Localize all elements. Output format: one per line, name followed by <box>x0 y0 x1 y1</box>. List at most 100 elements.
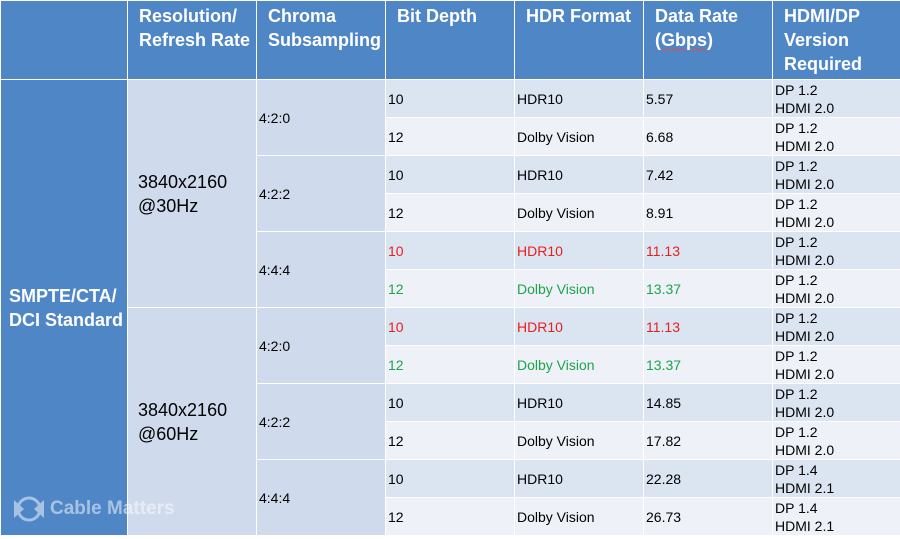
hdmi-version: HDMI 2.0 <box>775 214 835 230</box>
data-rate-cell: 11.13 <box>643 307 773 346</box>
data-rate-cell: 17.82 <box>643 421 773 460</box>
data-rate-cell: 14.85 <box>643 383 773 422</box>
dp-version: DP 1.2 <box>775 310 818 326</box>
bit-depth-cell: 10 <box>385 231 515 270</box>
hdr-format-cell: HDR10 <box>514 383 644 422</box>
data-rate-cell: 5.57 <box>643 79 773 118</box>
header-data-rate: Data Rate (Gbps) <box>643 0 773 80</box>
dp-version: DP 1.2 <box>775 234 818 250</box>
header-chroma: Chroma Subsampling <box>256 0 386 80</box>
data-rate-cell: 13.37 <box>643 269 773 308</box>
hdr-format-cell: HDR10 <box>514 459 644 498</box>
header-resolution-line2: Refresh Rate <box>139 30 251 50</box>
version-cell: DP 1.2 HDMI 2.0 <box>772 421 900 460</box>
dp-version: DP 1.2 <box>775 158 818 174</box>
hdr-format-cell: Dolby Vision <box>514 269 644 308</box>
version-cell: DP 1.2 HDMI 2.0 <box>772 269 900 308</box>
hdmi-version: HDMI 2.0 <box>775 176 835 192</box>
data-rate-cell: 13.37 <box>643 345 773 384</box>
version-cell: DP 1.2 HDMI 2.0 <box>772 383 900 422</box>
hdr-bandwidth-table: Resolution/Refresh Rate Chroma Subsamplin… <box>0 0 900 536</box>
version-cell: DP 1.4 HDMI 2.1 <box>772 497 900 536</box>
data-rate-cell: 26.73 <box>643 497 773 536</box>
hdr-format-cell: Dolby Vision <box>514 193 644 232</box>
resolution-line2: @60Hz <box>138 423 199 444</box>
header-version-line1: HDMI/DP <box>784 6 860 26</box>
version-cell: DP 1.4 HDMI 2.1 <box>772 459 900 498</box>
dp-version: DP 1.2 <box>775 82 818 98</box>
hdmi-version: HDMI 2.0 <box>775 328 835 344</box>
data-rate-cell: 7.42 <box>643 155 773 194</box>
spec-table-page: Resolution/Refresh Rate Chroma Subsamplin… <box>0 0 900 539</box>
hdr-format-cell: Dolby Vision <box>514 117 644 156</box>
version-cell: DP 1.2 HDMI 2.0 <box>772 307 900 346</box>
table-row: 3840x2160 @60Hz 4:2:0 10 HDR10 11.13 DP 1.2 HDM… <box>1 307 900 536</box>
header-resolution-line1: Resolution/ <box>139 6 237 26</box>
resolution-line1: 3840x2160 <box>138 399 228 420</box>
cable-matters-logo-icon <box>14 496 44 522</box>
bit-depth-cell: 12 <box>385 269 515 308</box>
data-rate-cell: 22.28 <box>643 459 773 498</box>
header-version: HDMI/DP Version Required <box>772 0 900 80</box>
bit-depth-cell: 10 <box>385 307 515 346</box>
data-rate-cell: 11.13 <box>643 231 773 270</box>
bit-depth-cell: 12 <box>385 421 515 460</box>
version-cell: DP 1.2 HDMI 2.0 <box>772 231 900 270</box>
bit-depth-cell: 12 <box>385 345 515 384</box>
watermark-logo: Cable Matters <box>12 496 175 522</box>
hdmi-version: HDMI 2.1 <box>775 480 835 496</box>
header-resolution: Resolution/Refresh Rate <box>127 0 257 80</box>
chroma-cell: 4:2:0 <box>256 307 386 384</box>
dp-version: DP 1.2 <box>775 424 818 440</box>
dp-version: DP 1.2 <box>775 120 818 136</box>
hdr-format-cell: HDR10 <box>514 231 644 270</box>
chroma-cell: 4:2:2 <box>256 383 386 460</box>
header-data-rate-line1: Data Rate <box>655 6 739 26</box>
data-rate-cell: 6.68 <box>643 117 773 156</box>
chroma-cell: 4:2:2 <box>256 155 386 232</box>
hdmi-version: HDMI 2.1 <box>775 518 835 534</box>
bit-depth-cell: 10 <box>385 459 515 498</box>
version-cell: DP 1.2 HDMI 2.0 <box>772 79 900 118</box>
hdr-format-cell: Dolby Vision <box>514 421 644 460</box>
header-version-line2: Version <box>784 30 850 50</box>
chroma-cell: 4:2:0 <box>256 79 386 156</box>
header-row: Resolution/Refresh Rate Chroma Subsamplin… <box>0 0 900 80</box>
hdr-format-cell: Dolby Vision <box>514 345 644 384</box>
resolution-line2: @30Hz <box>138 195 199 216</box>
bit-depth-cell: 10 <box>385 155 515 194</box>
bit-depth-cell: 10 <box>385 383 515 422</box>
hdr-format-cell: Dolby Vision <box>514 497 644 536</box>
bit-depth-cell: 10 <box>385 79 515 118</box>
hdmi-version: HDMI 2.0 <box>775 442 835 458</box>
watermark-text: Cable Matters <box>50 498 175 519</box>
resolution-cell: 3840x2160 @30Hz <box>127 79 257 308</box>
chroma-cell: 4:4:4 <box>256 231 386 308</box>
hdmi-version: HDMI 2.0 <box>775 404 835 420</box>
dp-version: DP 1.2 <box>775 348 818 364</box>
hdr-format-cell: HDR10 <box>514 79 644 118</box>
header-chroma-line2: Subsampling <box>268 30 382 50</box>
table-row: SMPTE/CTA/DCI Standard 3840x2160 @30Hz 4:2:… <box>0 79 900 536</box>
version-cell: DP 1.2 HDMI 2.0 <box>772 155 900 194</box>
dp-version: DP 1.2 <box>775 386 818 402</box>
hdmi-version: HDMI 2.0 <box>775 138 835 154</box>
chroma-cell: 4:4:4 <box>256 459 386 536</box>
header-hdr-format: HDR Format <box>514 0 644 80</box>
hdmi-version: HDMI 2.0 <box>775 252 835 268</box>
resolution-line1: 3840x2160 <box>138 171 228 192</box>
bit-depth-cell: 12 <box>385 497 515 536</box>
hdmi-version: HDMI 2.0 <box>775 290 835 306</box>
data-rate-cell: 8.91 <box>643 193 773 232</box>
hdr-format-cell: HDR10 <box>514 307 644 346</box>
standard-label-line1: SMPTE/CTA/ <box>9 285 117 306</box>
version-cell: DP 1.2 HDMI 2.0 <box>772 117 900 156</box>
dp-version: DP 1.2 <box>775 196 818 212</box>
version-cell: DP 1.2 HDMI 2.0 <box>772 345 900 384</box>
dp-version: DP 1.2 <box>775 272 818 288</box>
dp-version: DP 1.4 <box>775 462 818 478</box>
hdmi-version: HDMI 2.0 <box>775 100 835 116</box>
standard-label-line2: DCI Standard <box>9 309 124 330</box>
dp-version: DP 1.4 <box>775 500 818 516</box>
hdr-format-cell: HDR10 <box>514 155 644 194</box>
